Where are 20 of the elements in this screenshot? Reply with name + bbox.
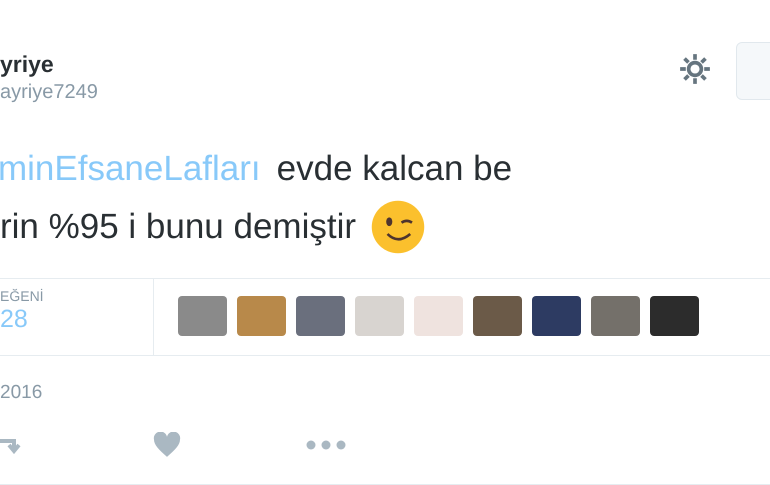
likes-count[interactable]: 28 — [0, 304, 153, 334]
avatar-photo-placeholder[interactable] — [355, 296, 404, 336]
tweet-text: evde kalcan be — [276, 148, 512, 190]
settings-icon[interactable] — [678, 52, 712, 86]
avatar-photo-placeholder[interactable] — [591, 296, 640, 336]
tweet-date: 2016 — [0, 381, 44, 404]
avatar-photo-placeholder[interactable] — [532, 296, 581, 336]
hashtag-link[interactable]: minEfsaneLafları — [0, 140, 261, 198]
author-handle[interactable]: ayriye7249 — [0, 78, 678, 106]
avatar-photo-placeholder[interactable] — [296, 296, 345, 336]
likes-label: EĞENİ — [0, 288, 45, 304]
more-icon[interactable] — [306, 440, 346, 450]
avatar-photo-placeholder[interactable] — [414, 296, 463, 336]
avatar-photo-placeholder[interactable] — [237, 296, 286, 336]
avatar-photo-placeholder[interactable] — [473, 296, 522, 336]
tweet-text: rin %95 i bunu demiştir — [0, 206, 356, 248]
avatar-photo-placeholder[interactable] — [650, 296, 699, 336]
heart-icon[interactable] — [152, 432, 182, 458]
author-name[interactable]: yriye — [0, 50, 678, 78]
avatar-photo-placeholder[interactable] — [178, 296, 227, 336]
